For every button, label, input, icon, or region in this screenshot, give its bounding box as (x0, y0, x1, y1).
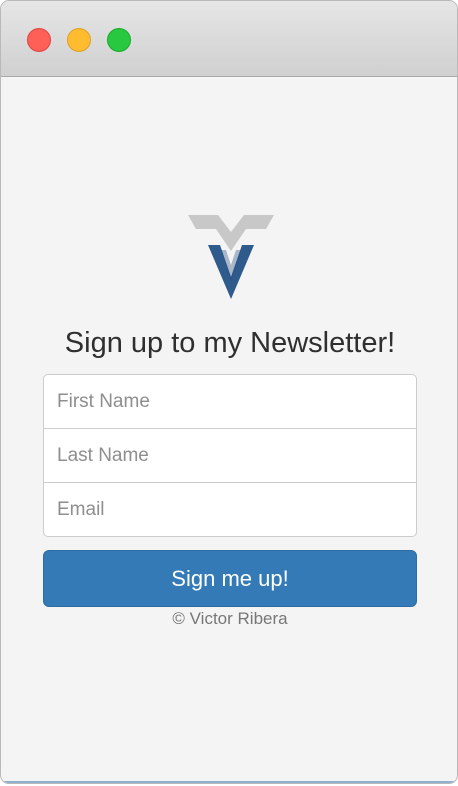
newsletter-form: Sign me up! (43, 374, 417, 607)
copyright-footer: © Victor Ribera (172, 609, 288, 628)
page-title: Sign up to my Newsletter! (64, 327, 396, 359)
sign-up-button[interactable]: Sign me up! (43, 550, 417, 607)
last-name-input[interactable] (43, 428, 417, 483)
zoom-window-button[interactable] (107, 28, 131, 52)
email-input[interactable] (43, 482, 417, 537)
app-window: Sign up to my Newsletter! Sign me up! © … (0, 0, 458, 784)
minimize-window-button[interactable] (67, 28, 91, 52)
page-content: Sign up to my Newsletter! Sign me up! © … (1, 77, 457, 783)
bottom-divider (1, 781, 457, 783)
close-window-button[interactable] (27, 28, 51, 52)
title-bar (1, 1, 457, 77)
vr-logo-icon (188, 215, 274, 299)
first-name-input[interactable] (43, 374, 417, 429)
